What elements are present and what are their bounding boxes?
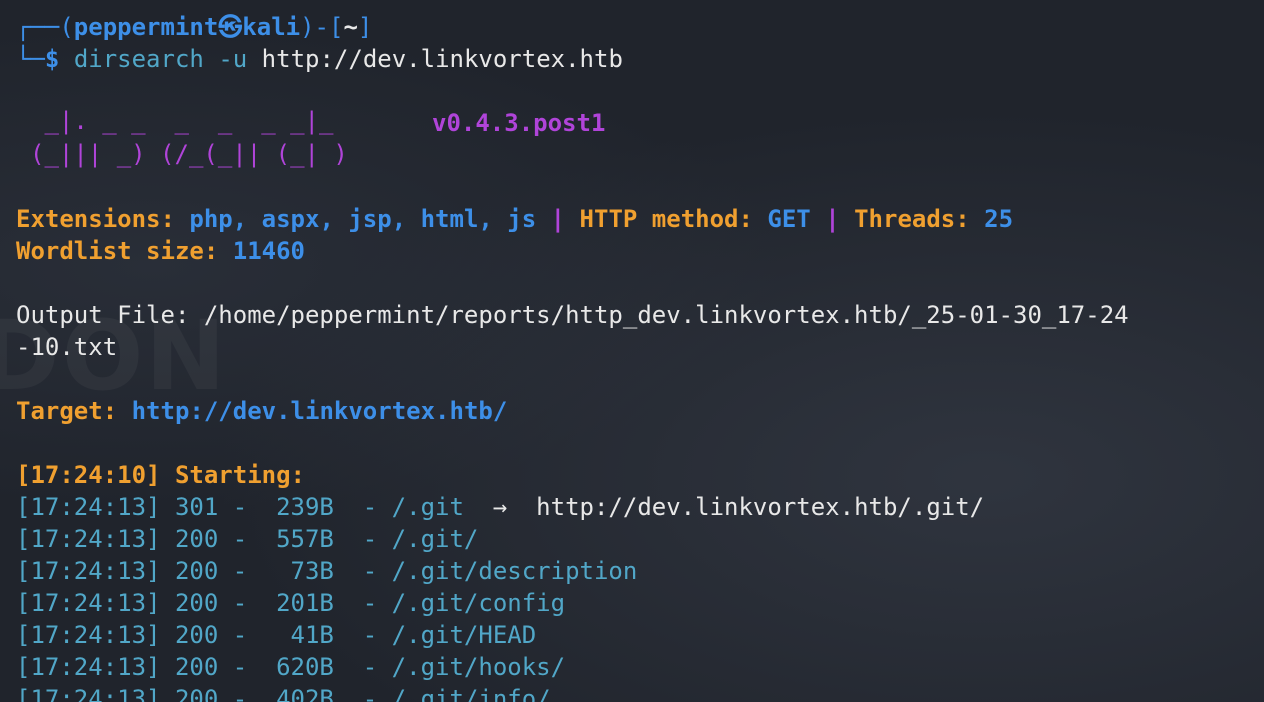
command-name: dirsearch — [73, 45, 204, 73]
target-label: Target: — [16, 397, 118, 425]
threads-label: Threads: — [854, 205, 970, 233]
result-text: [17:24:13] 200 - 201B - /.git/config — [16, 589, 566, 617]
result-row: [17:24:13] 200 - 73B - /.git/description — [16, 555, 637, 587]
result-row: [17:24:13] 301 - 239B - /.git → http://d… — [16, 491, 984, 523]
output-file-line-wrap: -10.txt — [16, 333, 118, 361]
threads-value: 25 — [984, 205, 1014, 233]
banner-version: v0.4.3.post1 — [432, 109, 606, 137]
command-argument: http://dev.linkvortex.htb — [261, 45, 623, 73]
method-value: GET — [767, 205, 811, 233]
result-text: [17:24:13] 301 - 239B - /.git — [16, 493, 464, 521]
prompt-bracket-end: ] — [357, 13, 373, 41]
prompt-bracket: )-[ — [300, 13, 344, 41]
result-row: [17:24:13] 200 - 557B - /.git/ — [16, 523, 478, 555]
result-row: [17:24:13] 200 - 41B - /.git/HEAD — [16, 619, 536, 651]
prompt-user: peppermint — [73, 13, 219, 41]
prompt-corner: ┌──( — [16, 13, 74, 41]
banner-ascii-line-2: (_||| _) (/_(_|| (_| ) — [30, 140, 348, 168]
separator: | — [825, 205, 840, 233]
result-text: [17:24:13] 200 - 73B - /.git/description — [16, 557, 638, 585]
result-row: [17:24:13] 200 - 620B - /.git/hooks/ — [16, 651, 565, 683]
result-text: [17:24:13] 200 - 620B - /.git/hooks/ — [16, 653, 566, 681]
starting-timestamp: [17:24:10] — [16, 461, 161, 489]
terminal-window[interactable]: DON ┌──(peppermint㉿kali)-[~] └─$ dirsear… — [0, 0, 1264, 702]
result-text: [17:24:13] 200 - 41B - /.git/HEAD — [16, 621, 537, 649]
config-line: Extensions: php, aspx, jsp, html, js | H… — [16, 203, 1013, 235]
prompt-host: kali — [242, 13, 301, 41]
result-row: [17:24:13] 200 - 402B - /.git/info/ — [16, 683, 551, 702]
wordlist-label: Wordlist size: — [16, 237, 219, 265]
result-redirect: → http://dev.linkvortex.htb/.git/ — [463, 493, 985, 521]
target-url: http://dev.linkvortex.htb/ — [131, 397, 508, 425]
starting-label: Starting: — [174, 461, 305, 489]
prompt-directory: ~ — [343, 13, 358, 41]
output-file-line: Output File: /home/peppermint/reports/ht… — [16, 301, 1129, 329]
wordlist-value: 11460 — [232, 237, 305, 265]
prompt-dollar: $ — [44, 45, 60, 73]
separator: | — [550, 205, 566, 233]
extensions-value: php, aspx, jsp, html, js — [189, 205, 537, 233]
command-line[interactable]: └─$ dirsearch -u http://dev.linkvortex.h… — [16, 43, 623, 75]
extensions-label: Extensions: — [16, 205, 175, 233]
prompt-corner-bottom: └─ — [16, 45, 45, 73]
result-row: [17:24:13] 200 - 201B - /.git/config — [16, 587, 565, 619]
starting-line: [17:24:10] Starting: — [16, 459, 305, 491]
command-flag: -u — [218, 45, 248, 73]
result-text: [17:24:13] 200 - 557B - /.git/ — [16, 525, 479, 553]
result-text: [17:24:13] 200 - 402B - /.git/info/ — [16, 685, 551, 702]
prompt-line: ┌──(peppermint㉿kali)-[~] — [16, 11, 372, 43]
prompt-at-symbol: ㉿ — [218, 13, 243, 41]
method-label: HTTP method: — [579, 205, 753, 233]
wordlist-line: Wordlist size: 11460 — [16, 235, 305, 267]
target-line: Target: http://dev.linkvortex.htb/ — [16, 395, 507, 427]
banner-ascii-line-1: _|. _ _ _ _ _ _|_ — [30, 107, 334, 135]
